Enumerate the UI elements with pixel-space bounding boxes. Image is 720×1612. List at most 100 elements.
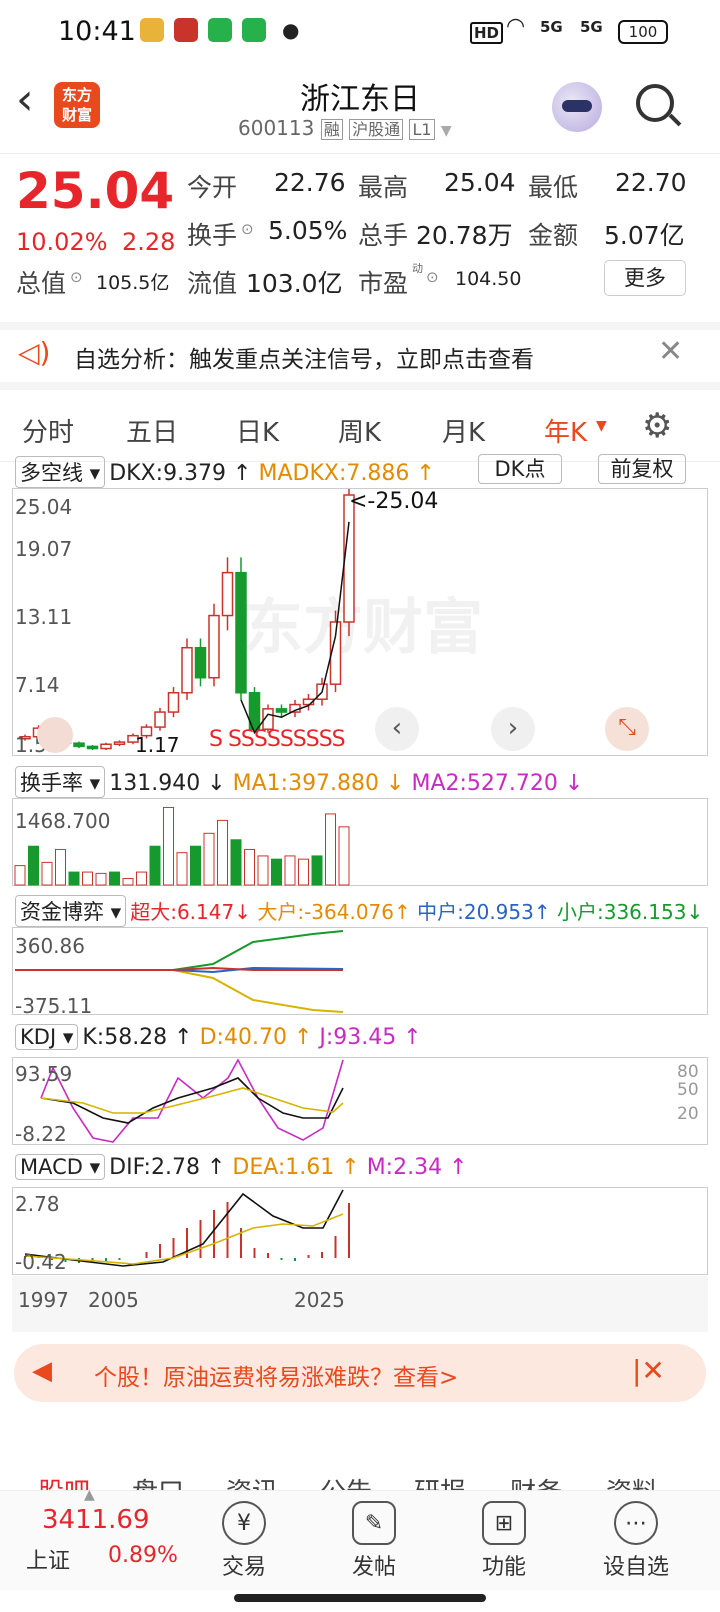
pe-label: 市盈 bbox=[358, 269, 409, 298]
tab-news[interactable]: 资讯 bbox=[226, 1472, 278, 1492]
turnover-bar bbox=[95, 872, 107, 886]
turnover-bar bbox=[149, 845, 161, 886]
turnover-label: 换手 bbox=[187, 221, 238, 250]
chevron-left-icon[interactable]: ‹ bbox=[375, 707, 419, 751]
d-value: D:40.70 bbox=[199, 1025, 287, 1050]
open-value: 22.76 bbox=[274, 168, 346, 197]
volume-label: 总手 bbox=[358, 221, 409, 250]
page-title: 浙江东日 bbox=[300, 82, 420, 117]
kdj-chart bbox=[40, 1058, 344, 1143]
tab-daily-k[interactable]: 日K bbox=[236, 412, 279, 449]
macd-y-top: 2.78 bbox=[15, 1192, 60, 1216]
fund-indicator-select[interactable]: 资金博弈 ▾ bbox=[15, 895, 127, 927]
expand-icon[interactable]: ⤡ bbox=[605, 707, 649, 751]
signal-banner[interactable]: ◁) 自选分析：触发重点关注信号，立即点击查看 ✕ bbox=[0, 322, 720, 390]
kdj-panel[interactable]: 93.59 -8.22 80 50 20 bbox=[12, 1057, 708, 1146]
turnover-value: 5.05% bbox=[268, 216, 348, 245]
nav-functions-label: 功能 bbox=[481, 1555, 526, 1580]
madkx-value: MADKX:7.886 bbox=[258, 461, 410, 486]
fund-chart bbox=[15, 930, 344, 1013]
high-value: 25.04 bbox=[444, 168, 516, 197]
turnover-bar bbox=[271, 858, 282, 886]
turnover-indicator-select[interactable]: 换手率 ▾ bbox=[15, 766, 106, 798]
signal-5g-icon-2: 5G bbox=[580, 18, 603, 36]
macd-indicator-row: MACD ▾ DIF:2.78 ↑ DEA:1.61 ↑ M:2.34 ↑ bbox=[15, 1154, 468, 1180]
macd-indicator-select[interactable]: MACD ▾ bbox=[15, 1154, 106, 1180]
close-icon[interactable]: ✕ bbox=[658, 334, 683, 369]
close-icon[interactable]: |✕ bbox=[632, 1354, 665, 1387]
status-bar: 10:41 ● HD ◠ 5G 5G 100 bbox=[0, 0, 720, 66]
home-indicator[interactable] bbox=[234, 1594, 486, 1602]
stock-header: ‹ 东方 财富 浙江东日 600113 融 沪股通 L1 ▼ bbox=[0, 66, 720, 154]
kdj-level-80: 80 bbox=[677, 1062, 699, 1082]
main-indicator-select[interactable]: 多空线 ▾ bbox=[15, 456, 106, 488]
turnover-chart bbox=[14, 806, 350, 886]
index-ticker[interactable]: ▲ 3411.69 上证 0.89% bbox=[0, 1487, 180, 1591]
dk-point-button[interactable]: DK点 bbox=[478, 454, 562, 484]
tab-monthly-k[interactable]: 月K bbox=[442, 412, 485, 449]
macd-panel[interactable]: 2.78 -0.42 bbox=[12, 1187, 708, 1275]
low-marker: 1.17 bbox=[135, 733, 180, 757]
turnover-bar bbox=[28, 845, 39, 886]
large-value: 大户:-364.076 bbox=[257, 900, 395, 924]
stock-code: 600113 bbox=[238, 116, 315, 140]
chevron-down-icon[interactable]: ▼ bbox=[596, 418, 607, 434]
turnover-bar bbox=[244, 848, 255, 886]
candlestick-chart bbox=[19, 489, 355, 751]
kdj-y-bottom: -8.22 bbox=[15, 1122, 67, 1146]
main-chart-panel[interactable]: 东方财富 25.04 19.07 13.11 7.14 1.5 <-25.04 … bbox=[12, 488, 708, 757]
change-amount: 2.28 bbox=[122, 228, 176, 256]
ma1-value: MA1:397.880 bbox=[232, 771, 380, 796]
tab-weekly-k[interactable]: 周K bbox=[338, 412, 381, 449]
margin-tag: 融 bbox=[320, 119, 343, 140]
last-price-marker: <-25.04 bbox=[349, 489, 439, 514]
y-label-top: 25.04 bbox=[15, 495, 73, 519]
turnover-panel[interactable]: 1468.700 bbox=[12, 798, 708, 886]
low-label: 最低 bbox=[528, 173, 579, 202]
tab-yearly-k[interactable]: 年K bbox=[544, 412, 587, 449]
adjust-button[interactable]: 前复权 bbox=[598, 454, 686, 484]
tab-forum[interactable]: 股吧 bbox=[38, 1472, 90, 1492]
y-label-2: 19.07 bbox=[15, 537, 73, 561]
x-label-2025: 2025 bbox=[294, 1288, 345, 1312]
kdj-level-50: 50 bbox=[677, 1080, 699, 1100]
search-icon[interactable] bbox=[636, 84, 682, 127]
kdj-indicator-select[interactable]: KDJ ▾ bbox=[15, 1024, 79, 1050]
dea-value: DEA:1.61 bbox=[232, 1155, 335, 1180]
bottom-nav: ▲ 3411.69 上证 0.89% ¥ 交易 ✎ 发帖 ⊞ 功能 ⋯ 设自选 bbox=[0, 1487, 720, 1591]
fund-y-bottom: -375.11 bbox=[15, 994, 93, 1018]
info-icon[interactable]: ⊙ bbox=[241, 220, 254, 238]
turnover-bar bbox=[109, 871, 120, 886]
tab-intraday[interactable]: 分时 bbox=[22, 412, 74, 449]
chevron-right-icon[interactable]: › bbox=[491, 707, 535, 751]
turnover-bar bbox=[14, 865, 26, 886]
info-icon[interactable]: ⊙ bbox=[70, 268, 83, 286]
super-large-value: 超大:6.147 bbox=[130, 900, 235, 924]
candle bbox=[181, 646, 193, 694]
turnover-bar bbox=[176, 852, 188, 886]
yen-icon: ¥ bbox=[222, 1501, 266, 1545]
tab-announcements[interactable]: 公告 bbox=[320, 1472, 372, 1492]
more-button[interactable]: 更多 bbox=[604, 260, 686, 296]
info-icon[interactable]: ⊙ bbox=[426, 268, 439, 286]
nav-functions[interactable]: ⊞ 功能 bbox=[444, 1501, 564, 1581]
low-value: 22.70 bbox=[615, 168, 687, 197]
robot-assistant-icon[interactable] bbox=[552, 82, 602, 132]
tab-research[interactable]: 研报 bbox=[414, 1472, 466, 1492]
nav-add-watchlist[interactable]: ⋯ 设自选 bbox=[576, 1501, 696, 1581]
x-label-1997: 1997 bbox=[18, 1288, 69, 1312]
x-label-2005: 2005 bbox=[88, 1288, 139, 1312]
tab-orderbook[interactable]: 盘口 bbox=[132, 1472, 184, 1492]
ad-banner[interactable]: ◀ 个股！原油运费将易涨难跌？查看> |✕ bbox=[14, 1344, 706, 1402]
nav-trade[interactable]: ¥ 交易 bbox=[184, 1501, 304, 1581]
mcap-label: 总值 bbox=[16, 269, 67, 298]
nav-post[interactable]: ✎ 发帖 bbox=[314, 1501, 434, 1581]
sell-signal-marks: S SSSSSSSSS bbox=[209, 727, 346, 752]
medium-value: 中户:20.953 bbox=[417, 900, 534, 924]
tab-finance[interactable]: 财务 bbox=[510, 1472, 562, 1492]
tab-profile[interactable]: 资料 bbox=[606, 1472, 658, 1492]
fund-panel[interactable]: 360.86 -375.11 bbox=[12, 927, 708, 1018]
tab-five-day[interactable]: 五日 bbox=[126, 412, 178, 449]
gear-icon[interactable]: ⚙ bbox=[642, 406, 672, 446]
y-label-4: 7.14 bbox=[15, 673, 60, 697]
